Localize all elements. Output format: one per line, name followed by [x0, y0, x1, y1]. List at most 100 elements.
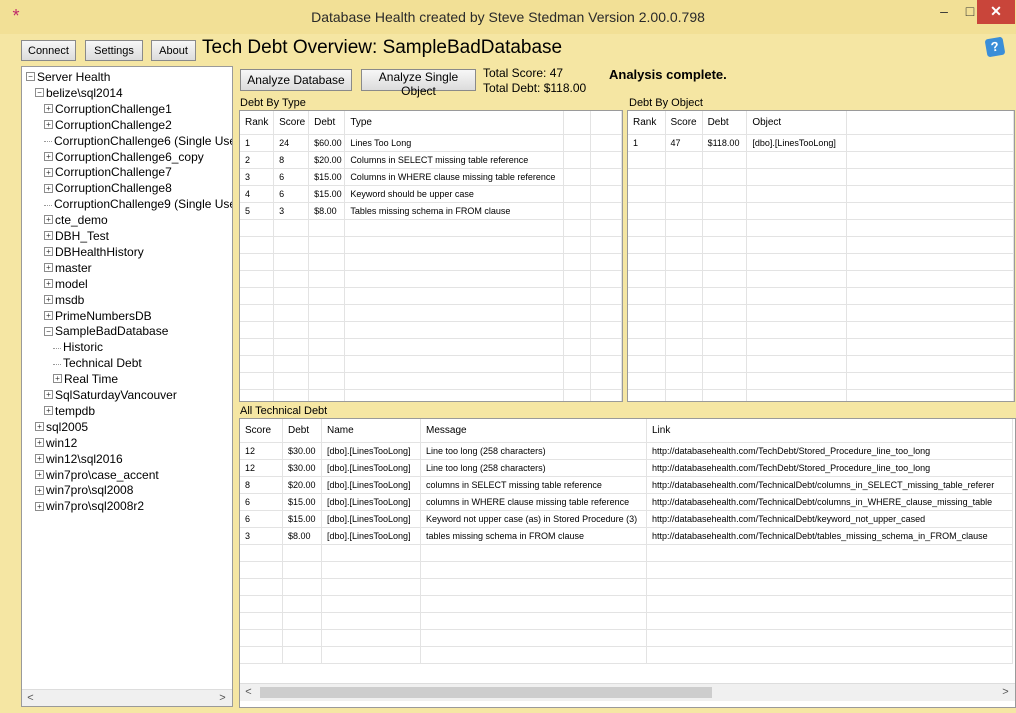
tree-node[interactable]: CorruptionChallenge6 (Single User M [44, 133, 232, 149]
scroll-left-icon[interactable]: < [22, 690, 39, 706]
about-button[interactable]: About [151, 40, 196, 61]
table-row[interactable]: 3 6 $15.00 Columns in WHERE clause missing … [240, 168, 622, 186]
expand-icon[interactable]: + [44, 231, 53, 241]
grid-scroll-right-icon[interactable]: > [997, 684, 1014, 701]
expand-icon[interactable]: + [44, 294, 53, 304]
table-row[interactable]: 3 $8.00 [dbo].[LinesTooLong] tables missing… [240, 527, 1013, 545]
scroll-right-icon[interactable]: > [214, 690, 231, 706]
table-row[interactable]: 12 $30.00 [dbo].[LinesTooLong] Line too lon… [240, 459, 1013, 477]
tree-node[interactable]: + CorruptionChallenge2 [44, 117, 172, 133]
expand-icon[interactable]: + [44, 263, 53, 273]
tree-node[interactable]: + CorruptionChallenge8 [44, 180, 172, 196]
column-header[interactable]: Link [646, 419, 1013, 443]
table-row[interactable]: 8 $20.00 [dbo].[LinesTooLong] columns in SE… [240, 476, 1013, 494]
tree-node[interactable]: + cte_demo [44, 212, 108, 228]
tree-node[interactable]: − Server Health [26, 69, 110, 85]
tree-node[interactable]: − belize\sql2014 [35, 85, 123, 101]
expand-icon[interactable]: + [44, 247, 53, 257]
tree-node[interactable]: + win7pro\case_accent [35, 467, 159, 483]
grid-scroll-left-icon[interactable]: < [240, 684, 257, 701]
column-header[interactable]: Rank [628, 111, 666, 135]
expand-icon[interactable]: + [44, 215, 53, 225]
expand-icon[interactable]: + [44, 390, 53, 400]
table-row[interactable]: 6 $15.00 [dbo].[LinesTooLong] Keyword not u… [240, 510, 1013, 528]
tree-node-label: Historic [63, 340, 104, 355]
column-header[interactable] [846, 111, 1014, 135]
expand-icon[interactable]: + [44, 310, 53, 320]
tree-node[interactable]: Historic [53, 339, 103, 355]
help-icon[interactable]: ? [984, 36, 1006, 58]
tree-horizontal-scrollbar[interactable]: < > [22, 689, 232, 706]
tree-node[interactable]: + win12 [35, 435, 77, 451]
expand-icon[interactable]: + [44, 167, 53, 177]
analyze-single-object-button[interactable]: Analyze Single Object [361, 69, 476, 98]
expand-icon[interactable]: + [44, 151, 53, 161]
table-row[interactable]: 6 $15.00 [dbo].[LinesTooLong] columns in WH… [240, 493, 1013, 511]
tree-node[interactable]: + master [44, 260, 92, 276]
expand-icon[interactable]: + [35, 422, 44, 432]
tree-node[interactable]: + win7pro\sql2008 [35, 482, 133, 498]
expand-icon[interactable]: + [35, 453, 44, 463]
tree-node[interactable]: + CorruptionChallenge6_copy [44, 149, 204, 165]
connect-button[interactable]: Connect [21, 40, 76, 61]
all-technical-debt-grid[interactable]: Score Debt Name Message Link 12 $30.00 [dbo].[L… [239, 418, 1016, 708]
column-header[interactable]: Rank [240, 111, 275, 135]
close-button[interactable]: ✕ [977, 0, 1015, 24]
table-row[interactable]: 1 47 $118.00 [dbo].[LinesTooLong] [628, 134, 1014, 152]
collapse-icon[interactable]: − [44, 326, 53, 336]
expand-icon[interactable]: + [44, 183, 53, 193]
tree-node[interactable]: + DBH_Test [44, 228, 109, 244]
tree-node[interactable]: + PrimeNumbersDB [44, 308, 152, 324]
server-tree[interactable]: − Server Health − belize\sql2014 + Corruption… [21, 66, 233, 707]
tree-node[interactable]: + sql2005 [35, 419, 88, 435]
tree-node[interactable]: + Real Time [53, 371, 118, 387]
tree-node[interactable]: CorruptionChallenge9 (Single User M [44, 196, 232, 212]
column-header[interactable]: Score [273, 111, 310, 135]
tree-node[interactable]: + CorruptionChallenge1 [44, 101, 172, 117]
tree-node[interactable]: + win7pro\sql2008r2 [35, 498, 144, 514]
column-header[interactable] [590, 111, 622, 135]
expand-icon[interactable]: + [35, 485, 44, 495]
table-row[interactable]: 4 6 $15.00 Keyword should be upper case [240, 185, 622, 203]
tree-node[interactable]: + DBHealthHistory [44, 244, 144, 260]
table-row[interactable]: 12 $30.00 [dbo].[LinesTooLong] Line too lon… [240, 442, 1013, 460]
column-header[interactable]: Debt [282, 419, 322, 443]
tree-node[interactable]: + win12\sql2016 [35, 451, 123, 467]
tree-node[interactable]: Technical Debt [53, 355, 142, 371]
expand-icon[interactable]: + [44, 104, 53, 114]
column-header[interactable]: Score [665, 111, 703, 135]
tree-node[interactable]: + model [44, 276, 88, 292]
expand-icon[interactable]: + [53, 374, 62, 384]
column-header[interactable]: Debt [308, 111, 346, 135]
column-header[interactable]: Score [240, 419, 283, 443]
expand-icon[interactable]: + [44, 406, 53, 416]
tree-node[interactable]: + SqlSaturdayVancouver [44, 387, 177, 403]
grid-horizontal-scrollbar[interactable]: < > [240, 683, 1015, 701]
debt-by-type-grid[interactable]: Rank Score Debt Type 1 24 $60.00 Lines Too Long… [239, 110, 623, 402]
table-row[interactable]: 1 24 $60.00 Lines Too Long [240, 134, 622, 152]
settings-button[interactable]: Settings [85, 40, 143, 61]
expand-icon[interactable]: + [44, 120, 53, 130]
minimize-button[interactable]: – [931, 0, 957, 24]
expand-icon[interactable]: + [35, 501, 44, 511]
tree-node[interactable]: + CorruptionChallenge7 [44, 164, 172, 180]
tree-node[interactable]: − SampleBadDatabase [44, 323, 168, 339]
debt-by-object-grid[interactable]: Rank Score Debt Object 1 47 $118.00 [dbo].[Line… [627, 110, 1015, 402]
collapse-icon[interactable]: − [26, 72, 35, 82]
expand-icon[interactable]: + [35, 438, 44, 448]
column-header[interactable] [563, 111, 592, 135]
column-header[interactable]: Message [420, 419, 647, 443]
column-header[interactable]: Object [746, 111, 848, 135]
tree-node[interactable]: + msdb [44, 292, 84, 308]
column-header[interactable]: Type [344, 111, 564, 135]
tree-node[interactable]: + tempdb [44, 403, 95, 419]
table-row[interactable]: 5 3 $8.00 Tables missing schema in FROM cla… [240, 202, 622, 220]
analyze-database-button[interactable]: Analyze Database [240, 69, 352, 91]
grid-scroll-thumb[interactable] [260, 687, 712, 698]
collapse-icon[interactable]: − [35, 88, 44, 98]
table-row[interactable]: 2 8 $20.00 Columns in SELECT missing table … [240, 151, 622, 169]
expand-icon[interactable]: + [35, 469, 44, 479]
expand-icon[interactable]: + [44, 279, 53, 289]
column-header[interactable]: Debt [702, 111, 748, 135]
column-header[interactable]: Name [321, 419, 421, 443]
